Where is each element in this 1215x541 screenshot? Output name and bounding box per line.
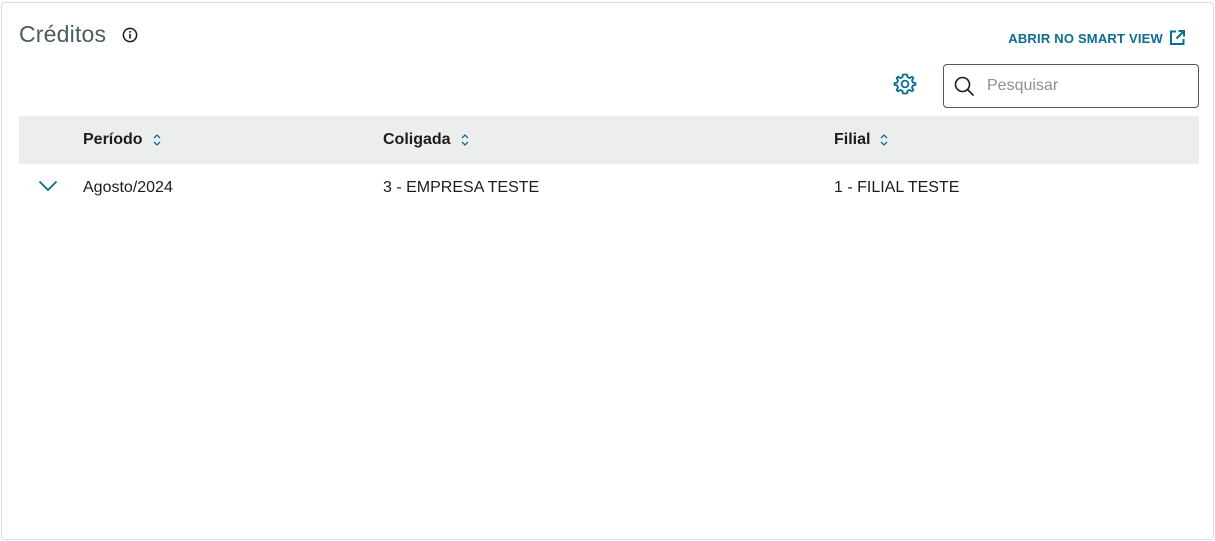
sort-icon <box>879 133 889 147</box>
settings-button[interactable] <box>892 73 918 99</box>
column-header-filial[interactable]: Filial <box>834 116 889 164</box>
external-link-icon <box>1168 29 1186 47</box>
column-header-periodo[interactable]: Período <box>83 116 162 164</box>
expand-row-button[interactable] <box>37 178 59 198</box>
table-row: Agosto/2024 3 - EMPRESA TESTE 1 - FILIAL… <box>19 164 1199 212</box>
search-field[interactable] <box>943 64 1199 108</box>
creditos-table: Período Coligada Filial Agosto/2024 3 - … <box>19 116 1199 212</box>
column-header-label: Filial <box>834 131 871 148</box>
column-header-coligada[interactable]: Coligada <box>383 116 470 164</box>
open-smart-view-link[interactable]: ABRIR NO SMART VIEW <box>1008 29 1186 47</box>
search-input[interactable] <box>987 77 1187 95</box>
page-title: Créditos <box>19 21 107 47</box>
gear-icon <box>893 72 917 101</box>
column-header-label: Período <box>83 131 143 148</box>
title-row: Créditos <box>19 21 138 48</box>
open-smart-view-label: ABRIR NO SMART VIEW <box>1008 30 1163 46</box>
search-icon <box>953 75 975 97</box>
chevron-down-icon <box>38 179 58 197</box>
column-header-label: Coligada <box>383 131 451 148</box>
info-icon[interactable] <box>122 27 138 43</box>
cell-filial: 1 - FILIAL TESTE <box>834 179 960 196</box>
cell-periodo: Agosto/2024 <box>83 179 173 196</box>
creditos-card: Créditos ABRIR NO SMART VIEW Pesquisar P… <box>1 2 1214 540</box>
sort-icon <box>152 133 162 147</box>
table-header: Período Coligada Filial <box>19 116 1199 164</box>
sort-icon <box>460 133 470 147</box>
cell-coligada: 3 - EMPRESA TESTE <box>383 179 540 196</box>
